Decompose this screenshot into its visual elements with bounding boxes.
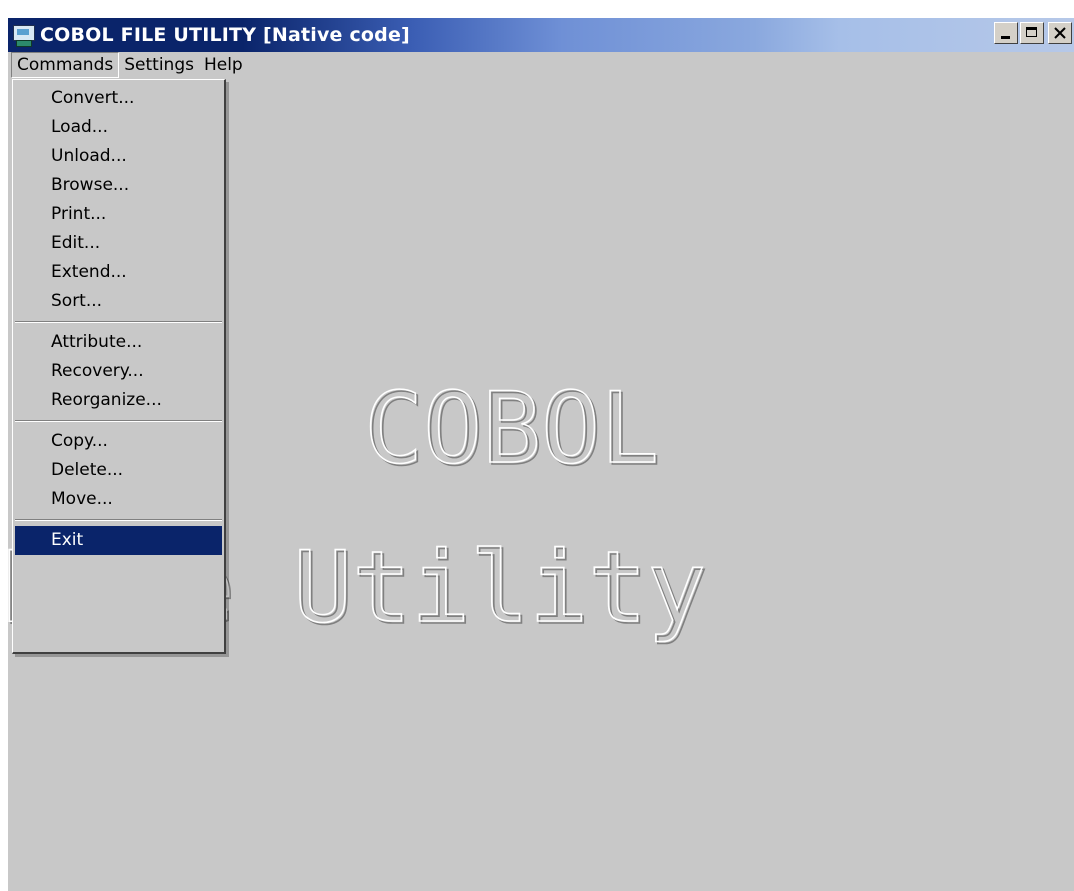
menu-separator [13,514,224,526]
watermark-line1-highlight: COBOL [364,372,659,486]
menu-item-copy[interactable]: Copy... [13,427,224,456]
close-icon [1054,27,1066,39]
window-title: COBOL FILE UTILITY [Native code] [40,24,410,46]
menu-item-recovery[interactable]: Recovery... [13,357,224,386]
app-window: COBOL COBOL File Utility File Utility CO… [8,18,1074,891]
menu-separator [13,415,224,427]
commands-dropdown: Convert... Load... Unload... Browse... P… [12,79,226,654]
watermark-line1: COBOL [366,374,661,488]
menu-item-reorganize[interactable]: Reorganize... [13,386,224,415]
menu-item-sort[interactable]: Sort... [13,287,224,316]
minimize-button[interactable] [994,22,1018,44]
menu-help[interactable]: Help [199,53,248,77]
menu-item-delete[interactable]: Delete... [13,456,224,485]
close-button[interactable] [1048,22,1072,44]
title-bar[interactable]: COBOL FILE UTILITY [Native code] [8,18,1074,52]
menu-item-exit[interactable]: Exit [15,526,222,555]
app-icon[interactable] [12,24,35,47]
window-controls [994,22,1072,44]
menu-bar: Commands Settings Help [8,52,1074,78]
menu-item-unload[interactable]: Unload... [13,142,224,171]
menu-item-print[interactable]: Print... [13,200,224,229]
menu-item-extend[interactable]: Extend... [13,258,224,287]
menu-separator [13,316,224,328]
menu-item-move[interactable]: Move... [13,485,224,514]
menu-item-attribute[interactable]: Attribute... [13,328,224,357]
menu-item-load[interactable]: Load... [13,113,224,142]
menu-item-edit[interactable]: Edit... [13,229,224,258]
maximize-button[interactable] [1020,22,1044,44]
menu-commands[interactable]: Commands [11,52,120,78]
menu-item-convert[interactable]: Convert... [13,84,224,113]
menu-settings[interactable]: Settings [119,53,199,77]
menu-item-browse[interactable]: Browse... [13,171,224,200]
